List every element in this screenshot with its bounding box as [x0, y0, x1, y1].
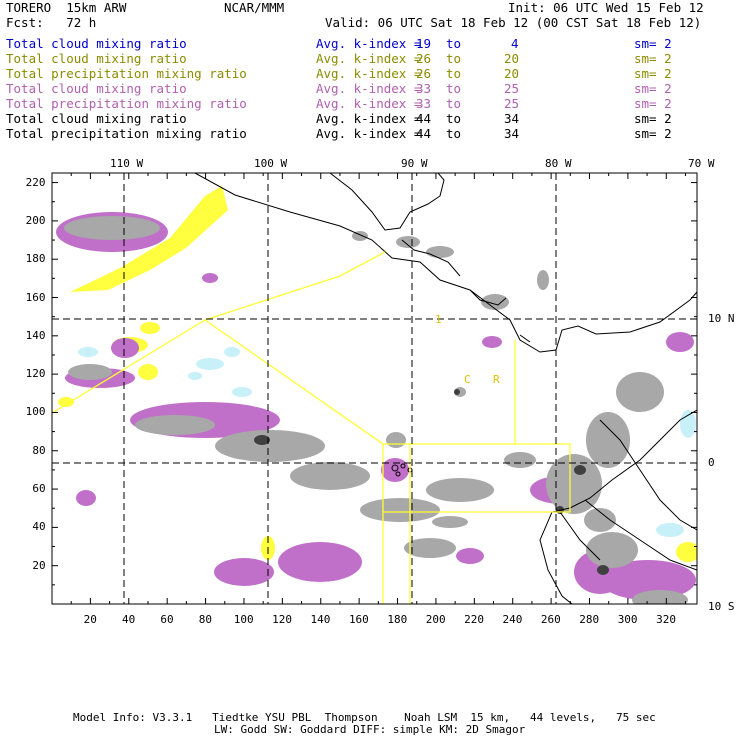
- grid-y-label: 160: [25, 290, 46, 304]
- grid-x-label: 120: [272, 613, 293, 626]
- grid-y-label: 20: [32, 558, 46, 572]
- grid-y-label: 120: [25, 367, 46, 381]
- grid-x-label: 320: [656, 613, 676, 626]
- grid-x-label: 260: [540, 613, 561, 626]
- grid-x-label: 20: [83, 613, 97, 626]
- grid-y-label: 100: [25, 405, 46, 419]
- physics-info: LW: Godd SW: Goddard DIFF: simple KM: 2D…: [214, 723, 526, 736]
- grid-x-label: 80: [198, 613, 213, 626]
- grid-x-label: 160: [348, 613, 369, 626]
- box-label-1: 1: [435, 313, 442, 326]
- grid-y-label: 220: [25, 175, 46, 189]
- lat-label-0: 0: [708, 456, 715, 469]
- grid-x-label: 300: [617, 613, 638, 626]
- grid-y-label: 180: [25, 252, 46, 266]
- lat-label-10s: 10 S: [708, 600, 735, 613]
- grid-x-label: 100: [233, 613, 254, 626]
- grid-x-label: 220: [464, 613, 484, 626]
- grid-x-label: 180: [387, 613, 408, 626]
- grid-y-label: 200: [25, 213, 46, 227]
- grid-y-label: 80: [32, 443, 46, 457]
- lat-label-10n: 10 N: [708, 312, 735, 325]
- grid-x-label: 60: [160, 613, 174, 626]
- grid-x-label: 280: [579, 613, 600, 626]
- forecast-map: 1 C R: [51, 172, 698, 605]
- grid-x-label: 40: [121, 613, 136, 626]
- grid-x-label: 240: [502, 613, 523, 626]
- grid-y-label: 40: [32, 520, 46, 534]
- box-label-r: R: [493, 373, 500, 386]
- grid-x-label: 200: [425, 613, 446, 626]
- lon-label-110w: 110 W: [110, 157, 144, 170]
- lon-label-80w: 80 W: [545, 157, 572, 170]
- grid-x-label: 140: [310, 613, 331, 626]
- box-label-c: C: [464, 373, 471, 386]
- lon-label-90w: 90 W: [401, 157, 428, 170]
- grid-y-label: 140: [25, 328, 46, 342]
- grid-y-label: 60: [32, 482, 46, 496]
- lon-label-100w: 100 W: [254, 157, 288, 170]
- lon-label-70w: 70 W: [688, 157, 715, 170]
